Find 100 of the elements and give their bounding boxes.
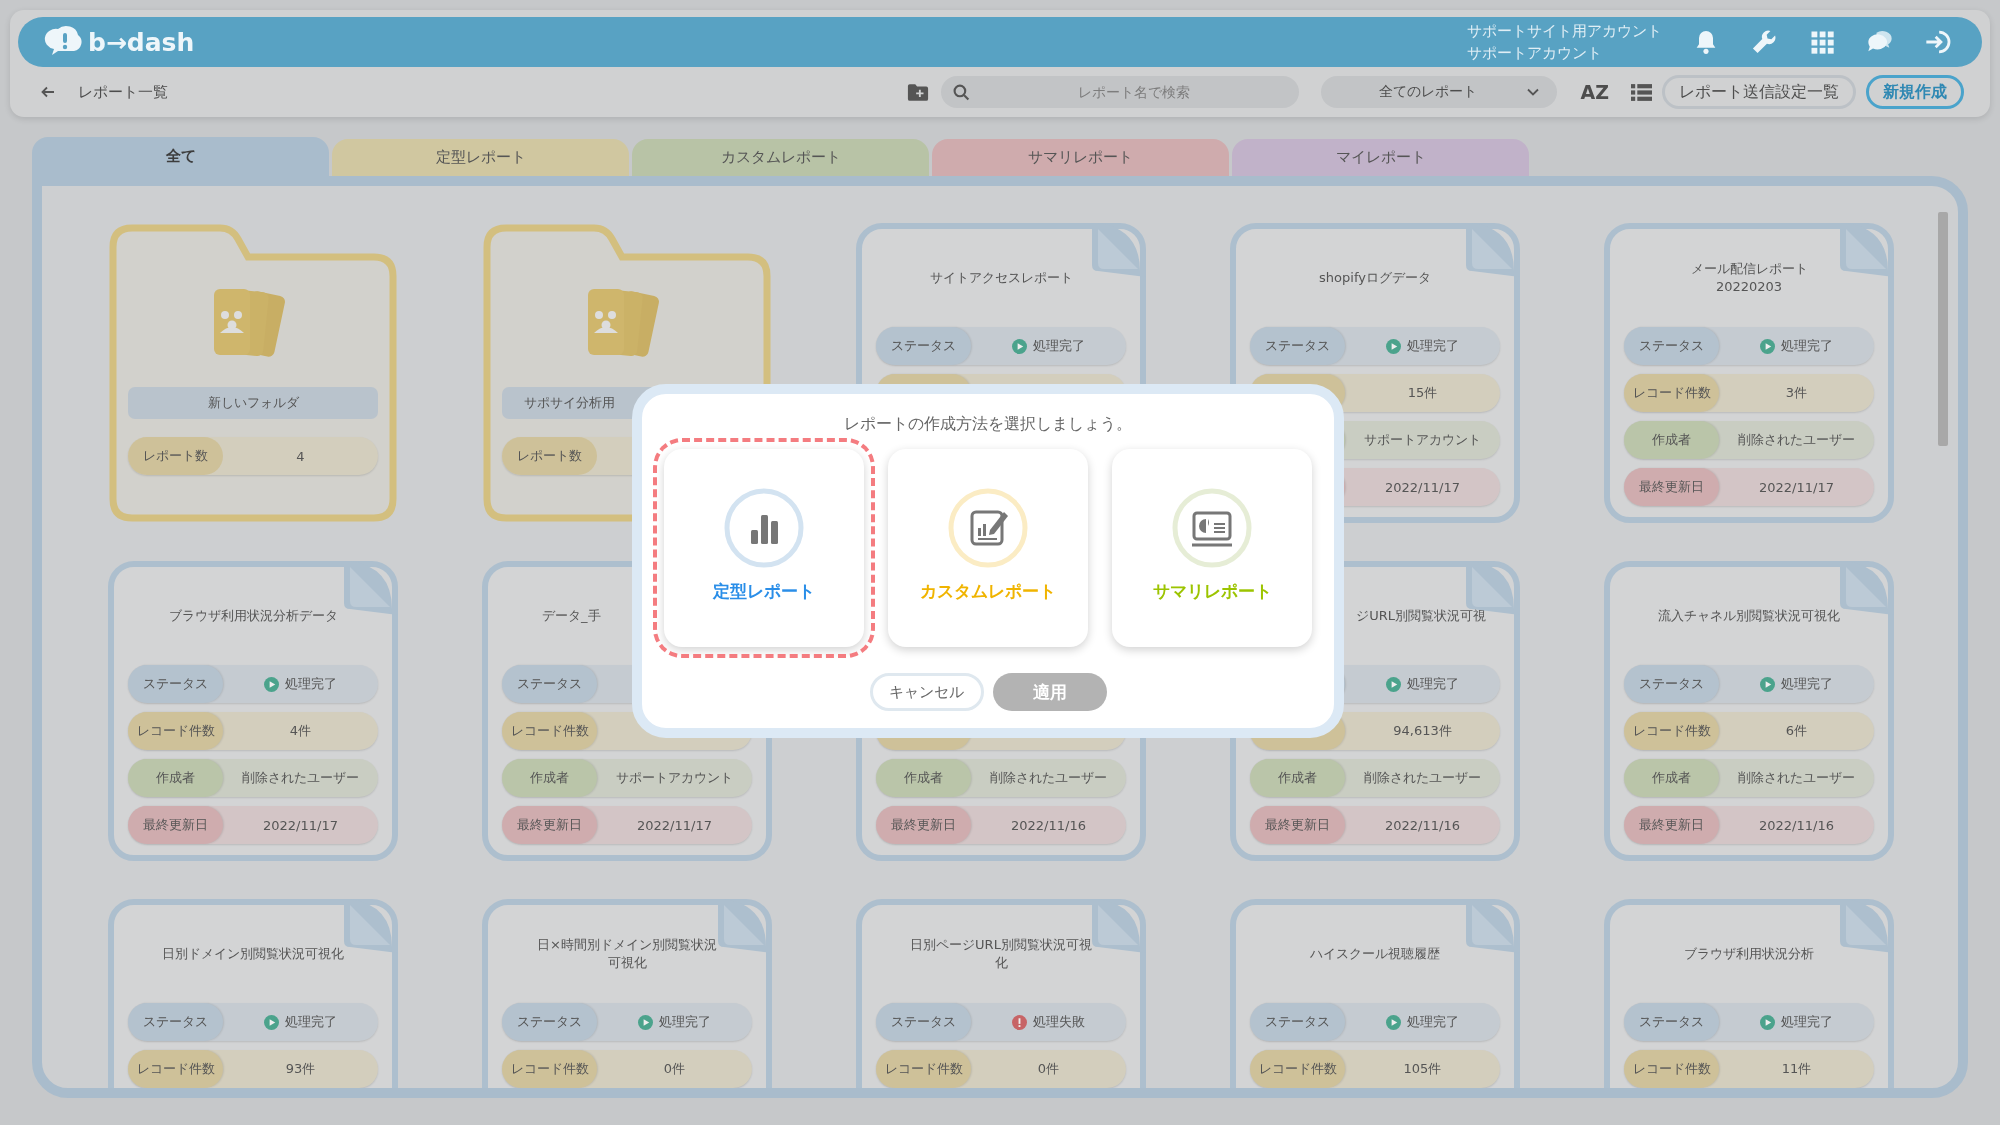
tab[interactable]: マイレポート (1232, 139, 1529, 176)
field-value: サポートアカウント (616, 769, 733, 787)
sign-out-icon[interactable] (1924, 28, 1952, 56)
filter-dropdown[interactable]: 全てのレポート (1320, 76, 1557, 108)
field-label: ステータス (128, 1003, 223, 1041)
field-value: 15件 (1407, 384, 1438, 402)
report-title: ジURL別閲覧状況可視 (1356, 607, 1486, 625)
field-value: 4件 (289, 722, 312, 740)
folder-name: 新しいフォルダ (207, 394, 299, 412)
field-label: レコード件数 (502, 1050, 597, 1088)
chart-edit-icon (948, 487, 1028, 568)
back-arrow-icon[interactable] (40, 84, 56, 100)
report-card[interactable]: 日別ドメイン別閲覧状況可視化 ステータス 処理完了 レコード件数 93件 (108, 899, 398, 1088)
folder-card[interactable]: 新しいフォルダ レポート数 4 (108, 223, 398, 523)
field-label: ステータス (1250, 327, 1345, 365)
field-label: ステータス (502, 1003, 597, 1041)
report-title: 日別ページURL別閲覧状況可視化 (910, 936, 1092, 972)
field-label: ステータス (128, 665, 223, 703)
folder-name: サポサイ分析用 (524, 394, 615, 412)
wrench-icon[interactable] (1750, 28, 1778, 56)
field-label: 作成者 (1624, 759, 1719, 797)
report-title: ブラウザ利用状況分析 (1684, 945, 1814, 963)
field-value: 2022/11/16 (1011, 817, 1086, 833)
report-title: shopifyログデータ (1319, 269, 1431, 287)
report-title: データ_手 (542, 607, 601, 625)
field-label: ステータス (1624, 665, 1719, 703)
report-title: サイトアクセスレポート (929, 269, 1073, 287)
field-value: 処理完了 (1033, 337, 1085, 355)
field-label: ステータス (1624, 327, 1719, 365)
field-value: 削除されたユーザー (242, 769, 359, 787)
tab[interactable]: サマリレポート (932, 139, 1229, 176)
caret-icon (1526, 88, 1539, 96)
field-value: 処理完了 (659, 1013, 711, 1031)
search-icon (952, 84, 970, 101)
report-card[interactable]: 日×時間別ドメイン別閲覧状況可視化 ステータス 処理完了 レコード件数 0件 (482, 899, 772, 1088)
bar-chart-icon (724, 487, 804, 568)
field-label: レポート数 (502, 437, 597, 475)
field-value: 2022/11/16 (1385, 817, 1460, 833)
cancel-button[interactable]: キャンセル (869, 673, 984, 711)
field-value: 0件 (663, 1060, 686, 1078)
report-card[interactable]: 流入チャネル別閲覧状況可視化 ステータス 処理完了 レコード件数 6件 作成者 削除されたユーザー 最終更新日 2022/11/16 (1604, 561, 1894, 861)
field-label: 作成者 (1624, 421, 1719, 459)
field-value: サポートアカウント (1364, 431, 1481, 449)
report-card[interactable]: ブラウザ利用状況分析データ ステータス 処理完了 レコード件数 4件 作成者 削除されたユーザー 最終更新日 2022/11/17 (108, 561, 398, 861)
field-label: 最終更新日 (1250, 806, 1345, 844)
field-value: 2022/11/17 (263, 817, 338, 833)
new-folder-icon[interactable] (906, 82, 929, 102)
send-settings-button[interactable]: レポート送信設定一覧 (1662, 75, 1856, 109)
account-name: サポートアカウント (1467, 43, 1603, 64)
field-value: 処理完了 (1407, 337, 1459, 355)
field-value: 処理完了 (1407, 675, 1459, 693)
report-title: ブラウザ利用状況分析データ (168, 607, 338, 625)
field-value: 2022/11/16 (1759, 817, 1834, 833)
tab[interactable]: カスタムレポート (632, 139, 929, 176)
field-label: レコード件数 (1624, 1050, 1719, 1088)
account-name: サポートサイト用アカウント (1467, 21, 1662, 42)
page-title: レポート一覧 (78, 82, 168, 102)
pie-chart-board-icon (1172, 487, 1252, 568)
field-label: レコード件数 (1624, 374, 1719, 412)
report-card[interactable]: 日別ページURL別閲覧状況可視化 ステータス 処理失敗 レコード件数 0件 (856, 899, 1146, 1088)
tab[interactable]: 定型レポート (332, 139, 629, 176)
field-label: 作成者 (502, 759, 597, 797)
field-label: ステータス (876, 1003, 971, 1041)
field-label: 作成者 (1250, 759, 1345, 797)
field-value: 2022/11/17 (1385, 479, 1460, 495)
sort-button[interactable]: AZ (1574, 81, 1615, 103)
field-label: レポート数 (128, 437, 223, 475)
field-value: 処理完了 (1781, 1013, 1833, 1031)
field-label: ステータス (1624, 1003, 1719, 1041)
field-value: 処理完了 (1781, 675, 1833, 693)
field-label: レコード件数 (1250, 1050, 1345, 1088)
field-value: 2022/11/17 (637, 817, 712, 833)
field-value: 削除されたユーザー (1738, 431, 1855, 449)
list-view-icon[interactable] (1631, 83, 1652, 101)
tab[interactable]: 全て (32, 137, 329, 176)
logo-text: b→dash (88, 27, 195, 57)
field-value: 削除されたユーザー (990, 769, 1107, 787)
field-label: 最終更新日 (1624, 806, 1719, 844)
report-card[interactable]: メール配信レポート20220203 ステータス 処理完了 レコード件数 3件 作成者 削除されたユーザー 最終更新日 2022/11/17 (1604, 223, 1894, 523)
field-value: 処理失敗 (1033, 1013, 1085, 1031)
field-label: 最終更新日 (876, 806, 971, 844)
field-label: レコード件数 (1624, 712, 1719, 750)
field-label: 最終更新日 (1624, 468, 1719, 506)
field-value: 105件 (1403, 1060, 1442, 1078)
field-label: 作成者 (128, 759, 223, 797)
field-value: 11件 (1781, 1060, 1812, 1078)
field-value: 処理完了 (285, 675, 337, 693)
report-card[interactable]: ブラウザ利用状況分析 ステータス 処理完了 レコード件数 11件 (1604, 899, 1894, 1088)
search-field[interactable]: レポート名で検索 (940, 76, 1299, 108)
report-title: 流入チャネル別閲覧状況可視化 (1658, 607, 1840, 625)
field-value: 処理完了 (1407, 1013, 1459, 1031)
field-label: 作成者 (876, 759, 971, 797)
field-value: 0件 (1037, 1060, 1060, 1078)
report-card[interactable]: ハイスクール視聴履歴 ステータス 処理完了 レコード件数 105件 (1230, 899, 1520, 1088)
field-value: 処理完了 (1781, 337, 1833, 355)
field-label: ステータス (1250, 1003, 1345, 1041)
field-value: 4 (296, 448, 305, 464)
field-value: 6件 (1785, 722, 1808, 740)
field-value: 93件 (285, 1060, 316, 1078)
field-value: 削除されたユーザー (1364, 769, 1481, 787)
